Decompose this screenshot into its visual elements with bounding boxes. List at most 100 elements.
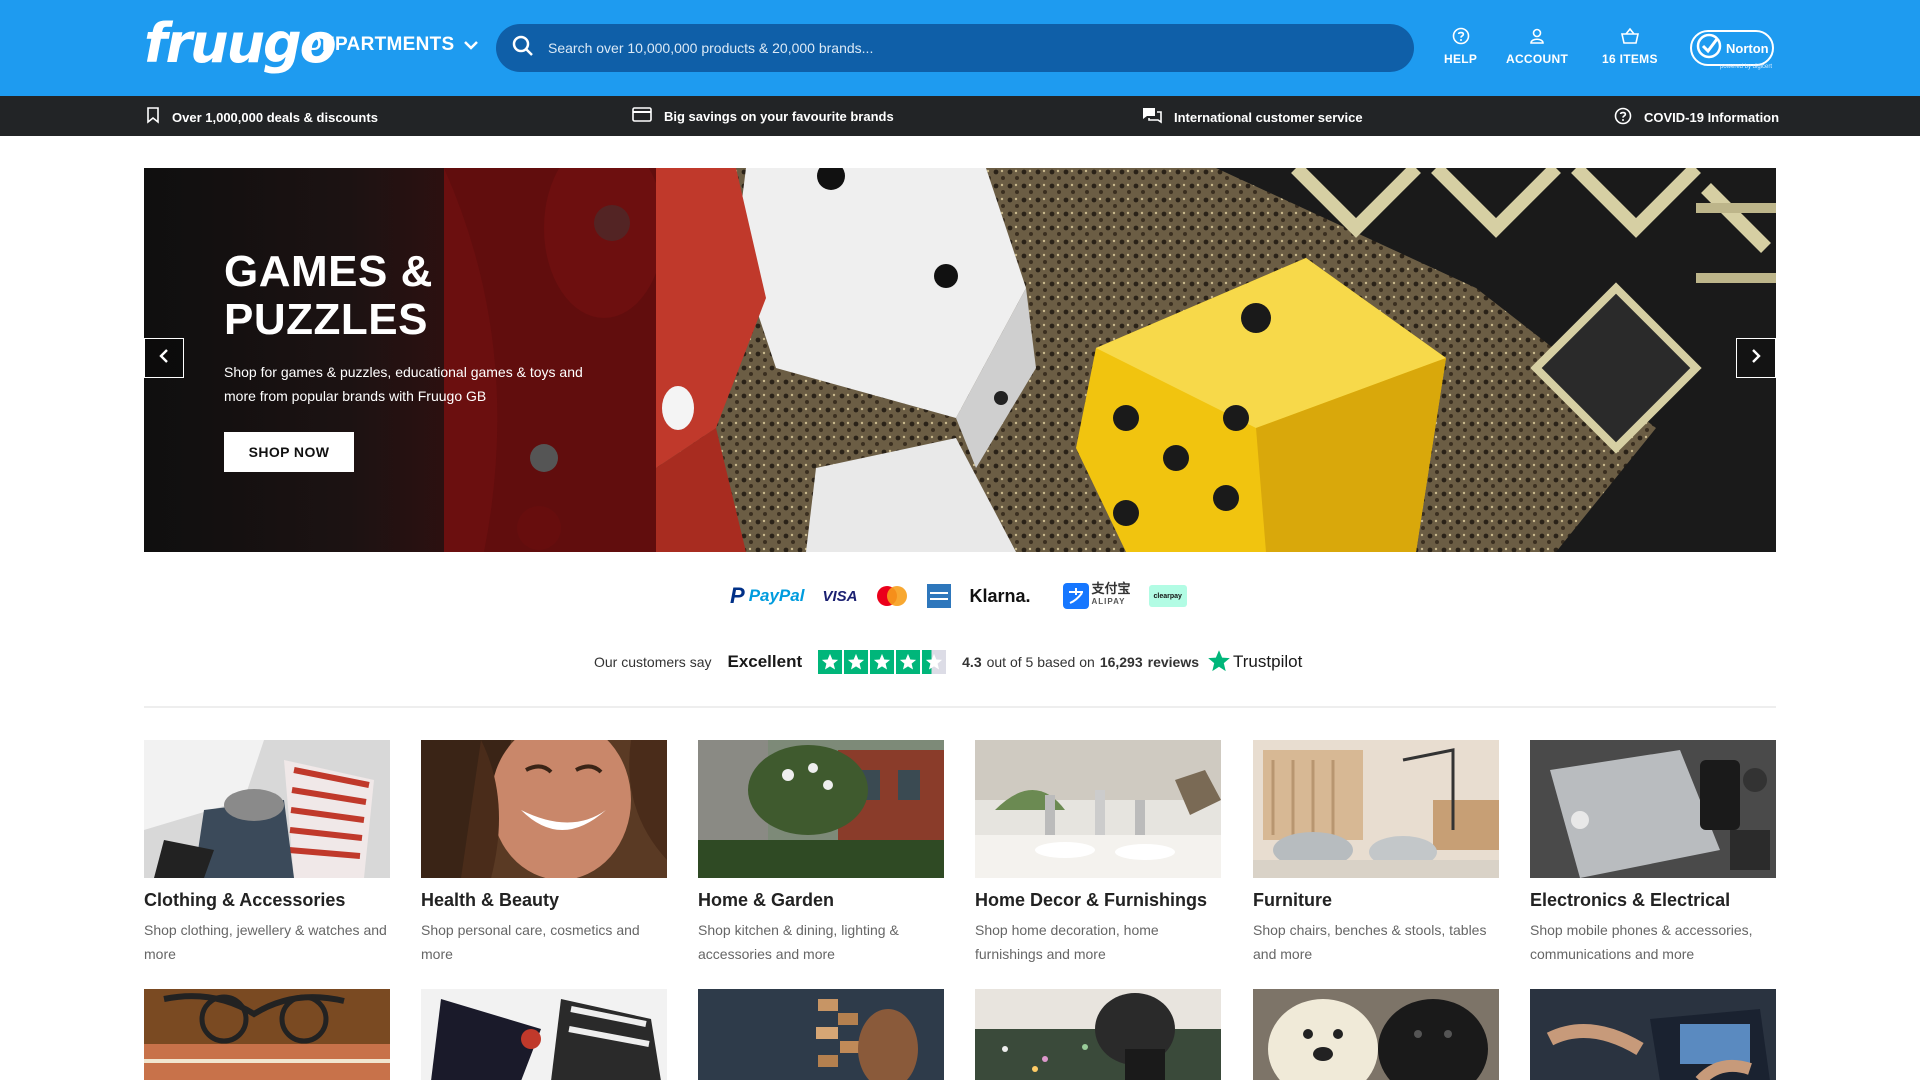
trustpilot-widget[interactable]: Our customers say Excellent 4.3 out of 5… [594, 648, 1302, 676]
category-card[interactable]: Electronics & Electrical Shop mobile pho… [1530, 740, 1776, 966]
hero-banner: GAMES & PUZZLES Shop for games & puzzles… [144, 168, 1776, 552]
category-title: Home Decor & Furnishings [975, 890, 1208, 910]
category-image [1253, 740, 1499, 878]
carousel-next-button[interactable] [1736, 338, 1776, 378]
category-card[interactable]: Health & Beauty Shop personal care, cosm… [421, 740, 667, 966]
credit-card-icon [632, 107, 652, 125]
category-image[interactable] [421, 989, 667, 1080]
fruugo-logo[interactable]: fruugo [144, 14, 337, 80]
category-image[interactable] [1530, 989, 1776, 1080]
dice-illustration [656, 168, 1776, 552]
help-link[interactable]: HELP [1444, 27, 1477, 66]
star-half-icon [922, 650, 947, 674]
category-card[interactable]: Clothing & Accessories Shop clothing, je… [144, 740, 390, 966]
service-link[interactable]: International customer service [1142, 107, 1363, 127]
amex-logo [927, 584, 952, 608]
star-icon [870, 650, 895, 674]
alipay-logo: 支付宝 ALIPAY [1062, 582, 1131, 609]
category-image [975, 740, 1221, 878]
chevron-down-icon [463, 34, 479, 56]
star-icon [818, 650, 843, 674]
norton-label: Norton [1726, 40, 1769, 56]
klarna-logo: Klarna. [969, 586, 1030, 607]
hero-description: Shop for games & puzzles, educational ga… [224, 364, 583, 404]
category-description: Shop kitchen & dining, lighting & access… [698, 922, 899, 962]
deals-label: Over 1,000,000 deals & discounts [172, 109, 378, 125]
category-title: Furniture [1253, 890, 1332, 910]
search-icon[interactable] [512, 35, 534, 62]
search-input[interactable] [548, 40, 1388, 56]
logo-text: fruugo [144, 12, 337, 75]
trust-reviews: reviews [1147, 654, 1200, 670]
payment-methods: P PayPal VISA Klarna. 支付宝 ALIPAY clearpa… [730, 582, 1187, 610]
category-description: Shop home decoration, home furnishings a… [975, 922, 1159, 962]
category-title: Home & Garden [698, 890, 835, 910]
category-image [698, 740, 944, 878]
trust-stars [818, 650, 947, 674]
trust-score: 4.3 [962, 654, 982, 670]
visa-label: VISA [822, 587, 858, 605]
category-card[interactable]: Home Decor & Furnishings Shop home decor… [975, 740, 1221, 966]
trustpilot-brand: Trustpilot [1233, 652, 1303, 671]
account-icon [1528, 27, 1546, 48]
chevron-right-icon [1750, 348, 1762, 368]
help-circle-icon [1614, 107, 1632, 128]
amex-icon [927, 584, 952, 608]
star-icon [844, 650, 869, 674]
trust-count: 16,293 [1099, 654, 1143, 670]
savings-label: Big savings on your favourite brands [664, 108, 894, 124]
hero-title: GAMES & PUZZLES [224, 247, 433, 344]
category-description: Shop personal care, cosmetics and more [421, 922, 640, 962]
category-title: Health & Beauty [421, 890, 560, 910]
help-label: HELP [1444, 52, 1478, 66]
category-card[interactable]: Home & Garden Shop kitchen & dining, lig… [698, 740, 944, 966]
category-image [421, 740, 667, 878]
paypal-label: PayPal [748, 586, 805, 605]
category-image[interactable] [144, 989, 390, 1080]
mastercard-logo [875, 585, 909, 607]
mastercard-icon [877, 586, 908, 606]
hero-dice-image [656, 168, 1776, 552]
basket-link[interactable]: 16 ITEMS [1602, 27, 1658, 66]
category-image[interactable] [1253, 989, 1499, 1080]
category-description: Shop chairs, benches & stools, tables an… [1253, 922, 1487, 962]
paypal-logo: P PayPal [730, 583, 804, 609]
trust-out-of: out of 5 based on [986, 654, 1095, 670]
alipay-label: ALIPAY [1091, 597, 1126, 606]
category-card[interactable]: Furniture Shop chairs, benches & stools,… [1253, 740, 1499, 966]
alipay-text: 支付宝 ALIPAY [1091, 582, 1131, 608]
klarna-label: Klarna. [969, 585, 1031, 606]
norton-seal[interactable]: Norton powered by digicert [1690, 24, 1776, 72]
chat-icon [1142, 107, 1162, 127]
trustpilot-star-icon [1207, 649, 1231, 676]
category-image [144, 740, 390, 878]
alipay-chinese-label: 支付宝 [1091, 582, 1131, 597]
alipay-icon [1062, 583, 1089, 609]
norton-sub-label: powered by digicert [1720, 64, 1773, 70]
visa-logo: VISA [822, 588, 857, 605]
account-label: ACCOUNT [1506, 52, 1569, 66]
chevron-left-icon [158, 348, 170, 368]
star-icon [896, 650, 921, 674]
departments-menu[interactable]: DEPARTMENTS [308, 34, 479, 56]
savings-link[interactable]: Big savings on your favourite brands [632, 107, 894, 125]
account-link[interactable]: ACCOUNT [1506, 27, 1568, 66]
trust-prefix: Our customers say [594, 654, 712, 670]
basket-label: 16 ITEMS [1602, 52, 1658, 66]
category-description: Shop clothing, jewellery & watches and m… [144, 922, 387, 962]
search-bar[interactable] [496, 24, 1414, 72]
basket-icon [1620, 27, 1640, 48]
clearpay-logo: clearpay [1148, 585, 1187, 607]
category-image[interactable] [975, 989, 1221, 1080]
carousel-prev-button[interactable] [144, 338, 184, 378]
category-title: Clothing & Accessories [144, 890, 346, 910]
covid-link[interactable]: COVID-19 Information [1614, 107, 1779, 128]
category-image[interactable] [698, 989, 944, 1080]
info-strip: Over 1,000,000 deals & discounts Big sav… [0, 96, 1920, 136]
category-title: Electronics & Electrical [1530, 890, 1731, 910]
covid-label: COVID-19 Information [1644, 110, 1780, 125]
shop-now-button[interactable]: SHOP NOW [224, 432, 354, 472]
departments-label: DEPARTMENTS [308, 34, 455, 55]
service-label: International customer service [1174, 109, 1363, 125]
deals-link[interactable]: Over 1,000,000 deals & discounts [146, 107, 378, 127]
